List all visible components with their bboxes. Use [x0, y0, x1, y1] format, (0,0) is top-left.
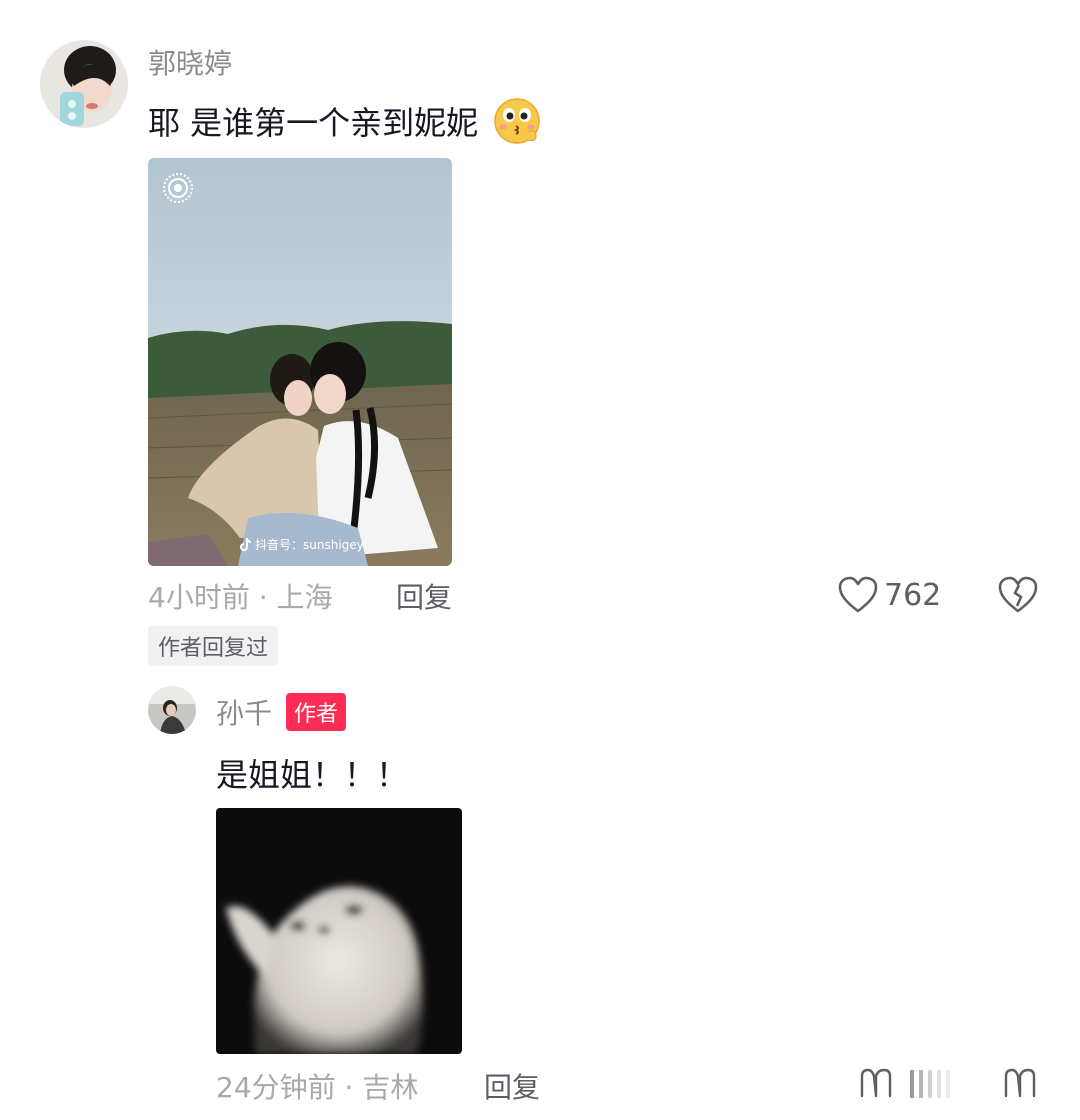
reply-button[interactable]: 回复 [396, 576, 452, 616]
live-photo-icon [162, 172, 194, 204]
tiktok-logo-icon [240, 537, 252, 552]
reply-like-icon[interactable] [858, 1066, 894, 1100]
reply-reply-button[interactable]: 回复 [484, 1066, 540, 1106]
reply-text: 是姐姐！！！ [216, 756, 409, 794]
reply-username[interactable]: 孙千 [216, 692, 272, 732]
reply-sticker-image[interactable] [216, 808, 462, 1054]
author-badge: 作者 [286, 693, 347, 731]
reply-time-location: 24分钟前 · 吉林 [216, 1071, 419, 1104]
comment-image[interactable]: 抖音号：sunshigeyi [148, 158, 452, 566]
reply-like-count-bars [910, 1070, 950, 1098]
like-button[interactable]: 762 [838, 576, 941, 614]
author-replied-tag: 作者回复过 [148, 626, 279, 666]
comment-body: 耶 是谁第一个亲到妮妮 [148, 96, 542, 146]
kissing-face-emoji-icon [492, 96, 542, 146]
reply-header: 孙千 作者 [216, 692, 347, 732]
comment-time-location: 4小时前 · 上海 [148, 581, 333, 614]
broken-heart-icon [998, 576, 1038, 618]
image-watermark: 抖音号：sunshigeyi [240, 536, 367, 553]
watermark-text: 抖音号：sunshigeyi [255, 538, 368, 552]
comment-text: 耶 是谁第一个亲到妮妮 [148, 104, 479, 142]
dislike-button[interactable] [998, 576, 1038, 614]
heart-icon [838, 576, 878, 614]
commenter-avatar[interactable] [40, 40, 128, 128]
reply-dislike-icon[interactable] [1002, 1066, 1038, 1100]
reply-avatar[interactable] [148, 686, 196, 734]
like-count: 762 [884, 577, 942, 613]
commenter-username[interactable]: 郭晓婷 [148, 42, 232, 82]
